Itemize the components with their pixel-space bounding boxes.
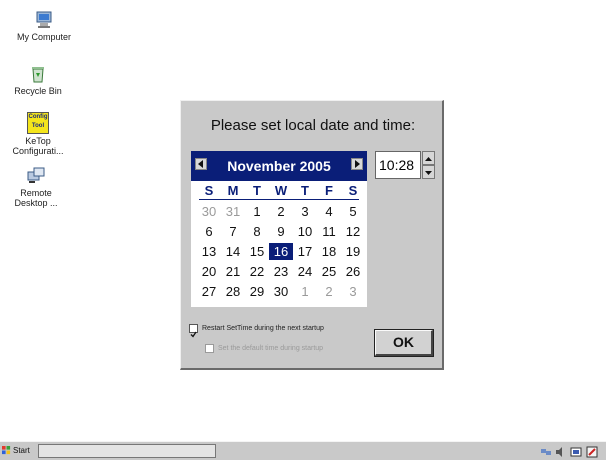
calendar-day[interactable]: 25	[317, 263, 341, 280]
config-tool-icon: Config Tool	[27, 112, 49, 134]
spin-up-button[interactable]	[422, 151, 435, 165]
start-button[interactable]: Start	[2, 444, 36, 458]
taskbar-window-slot[interactable]	[38, 444, 216, 458]
desktop-icon-remote-desktop[interactable]: Remote Desktop ...	[4, 166, 68, 208]
calendar-day[interactable]: 21	[221, 263, 245, 280]
desktop-icon-label: KeTop Configurati...	[12, 136, 64, 156]
prev-month-button[interactable]	[195, 158, 207, 170]
weekday-label: T	[253, 183, 261, 198]
weekday-label: T	[301, 183, 309, 198]
time-spinner[interactable]	[422, 151, 435, 179]
taskbar: Start	[0, 441, 606, 460]
config-tool-badge-line1: Config	[28, 114, 48, 120]
arrow-left-icon	[198, 160, 203, 168]
calendar-day[interactable]: 19	[341, 243, 365, 260]
weekday-label: M	[227, 183, 239, 198]
spin-down-button[interactable]	[422, 165, 435, 179]
calendar-day[interactable]: 15	[245, 243, 269, 260]
calendar-day[interactable]: 2	[269, 203, 293, 220]
calendar-day[interactable]: 22	[245, 263, 269, 280]
calendar-day[interactable]: 3	[293, 203, 317, 220]
calendar-day[interactable]: 11	[317, 223, 341, 240]
calendar-day[interactable]: 31	[221, 203, 245, 220]
desktop-icon-label: Remote Desktop ...	[14, 188, 58, 208]
weekday-label: F	[325, 183, 333, 198]
desktop-icon-ketop-config[interactable]: Config Tool KeTop Configurati...	[6, 112, 70, 156]
desktop-icon-recycle-bin[interactable]: Recycle Bin	[6, 64, 70, 96]
calendar-day[interactable]: 14	[221, 243, 245, 260]
next-month-button[interactable]	[351, 158, 363, 170]
dialog-title: Please set local date and time:	[210, 117, 416, 134]
time-input[interactable]: 10:28	[375, 151, 421, 179]
calendar-day[interactable]: 1	[293, 283, 317, 300]
calendar-day[interactable]: 12	[341, 223, 365, 240]
calendar-day[interactable]: 30	[269, 283, 293, 300]
calendar-day[interactable]: 3	[341, 283, 365, 300]
calendar-day[interactable]: 10	[293, 223, 317, 240]
calendar-day[interactable]: 30	[197, 203, 221, 220]
restart-settime-checkbox[interactable]	[189, 324, 198, 338]
spin-up-icon	[425, 157, 432, 161]
set-time-dialog: Please set local date and time: November…	[180, 100, 444, 370]
calendar-day[interactable]: 29	[245, 283, 269, 300]
weekday-label: W	[274, 183, 288, 198]
calendar-day[interactable]: 26	[341, 263, 365, 280]
default-time-checkbox[interactable]	[205, 344, 214, 353]
calendar-day[interactable]: 9	[269, 223, 293, 240]
start-label: Start	[13, 446, 30, 455]
my-computer-icon	[36, 11, 52, 28]
weekday-label: S	[348, 183, 358, 198]
windows-flag-icon	[2, 446, 11, 455]
desktop-toggle-icon[interactable]	[586, 445, 598, 458]
calendar-day[interactable]: 6	[197, 223, 221, 240]
calendar-day[interactable]: 8	[245, 223, 269, 240]
network-icon[interactable]	[540, 445, 552, 457]
calendar-day[interactable]: 23	[269, 263, 293, 280]
calendar-day[interactable]: 27	[197, 283, 221, 300]
config-tool-badge-line2: Tool	[31, 123, 45, 129]
month-calendar[interactable]: November 2005 SMTWTFS 30 31 1 2 3 4 5 6 7 8 9 10 11 1…	[191, 151, 367, 307]
desktop-icon-my-computer[interactable]: My Computer	[12, 10, 76, 42]
weekday-divider	[199, 199, 359, 200]
calendar-month-label[interactable]: November 2005	[211, 158, 347, 174]
checkmark-icon	[190, 331, 197, 338]
recycle-bin-icon	[32, 67, 44, 83]
remote-desktop-icon	[27, 167, 45, 183]
desktop-icon-label: Recycle Bin	[14, 86, 62, 96]
volume-icon[interactable]	[554, 445, 566, 457]
calendar-day[interactable]: 13	[197, 243, 221, 260]
calendar-day[interactable]: 17	[293, 243, 317, 260]
calendar-day[interactable]: 20	[197, 263, 221, 280]
calendar-header: November 2005	[191, 151, 367, 181]
calendar-day[interactable]: 28	[221, 283, 245, 300]
calendar-day[interactable]: 16	[268, 242, 294, 261]
calendar-day[interactable]: 5	[341, 203, 365, 220]
calendar-day[interactable]: 1	[245, 203, 269, 220]
spin-down-icon	[425, 171, 432, 175]
keyboard-icon[interactable]	[570, 445, 582, 457]
calendar-day[interactable]: 18	[317, 243, 341, 260]
default-time-label[interactable]: Set the default time during startup	[218, 345, 323, 352]
ok-button[interactable]: OK	[374, 329, 434, 357]
restart-settime-label[interactable]: Restart SetTime during the next startup	[202, 325, 324, 332]
calendar-day[interactable]: 24	[293, 263, 317, 280]
system-tray	[538, 444, 604, 458]
arrow-right-icon	[355, 160, 360, 168]
calendar-day[interactable]: 7	[221, 223, 245, 240]
calendar-day[interactable]: 4	[317, 203, 341, 220]
desktop-icon-label: My Computer	[16, 32, 71, 42]
calendar-day[interactable]: 2	[317, 283, 341, 300]
weekday-label: S	[204, 183, 214, 198]
